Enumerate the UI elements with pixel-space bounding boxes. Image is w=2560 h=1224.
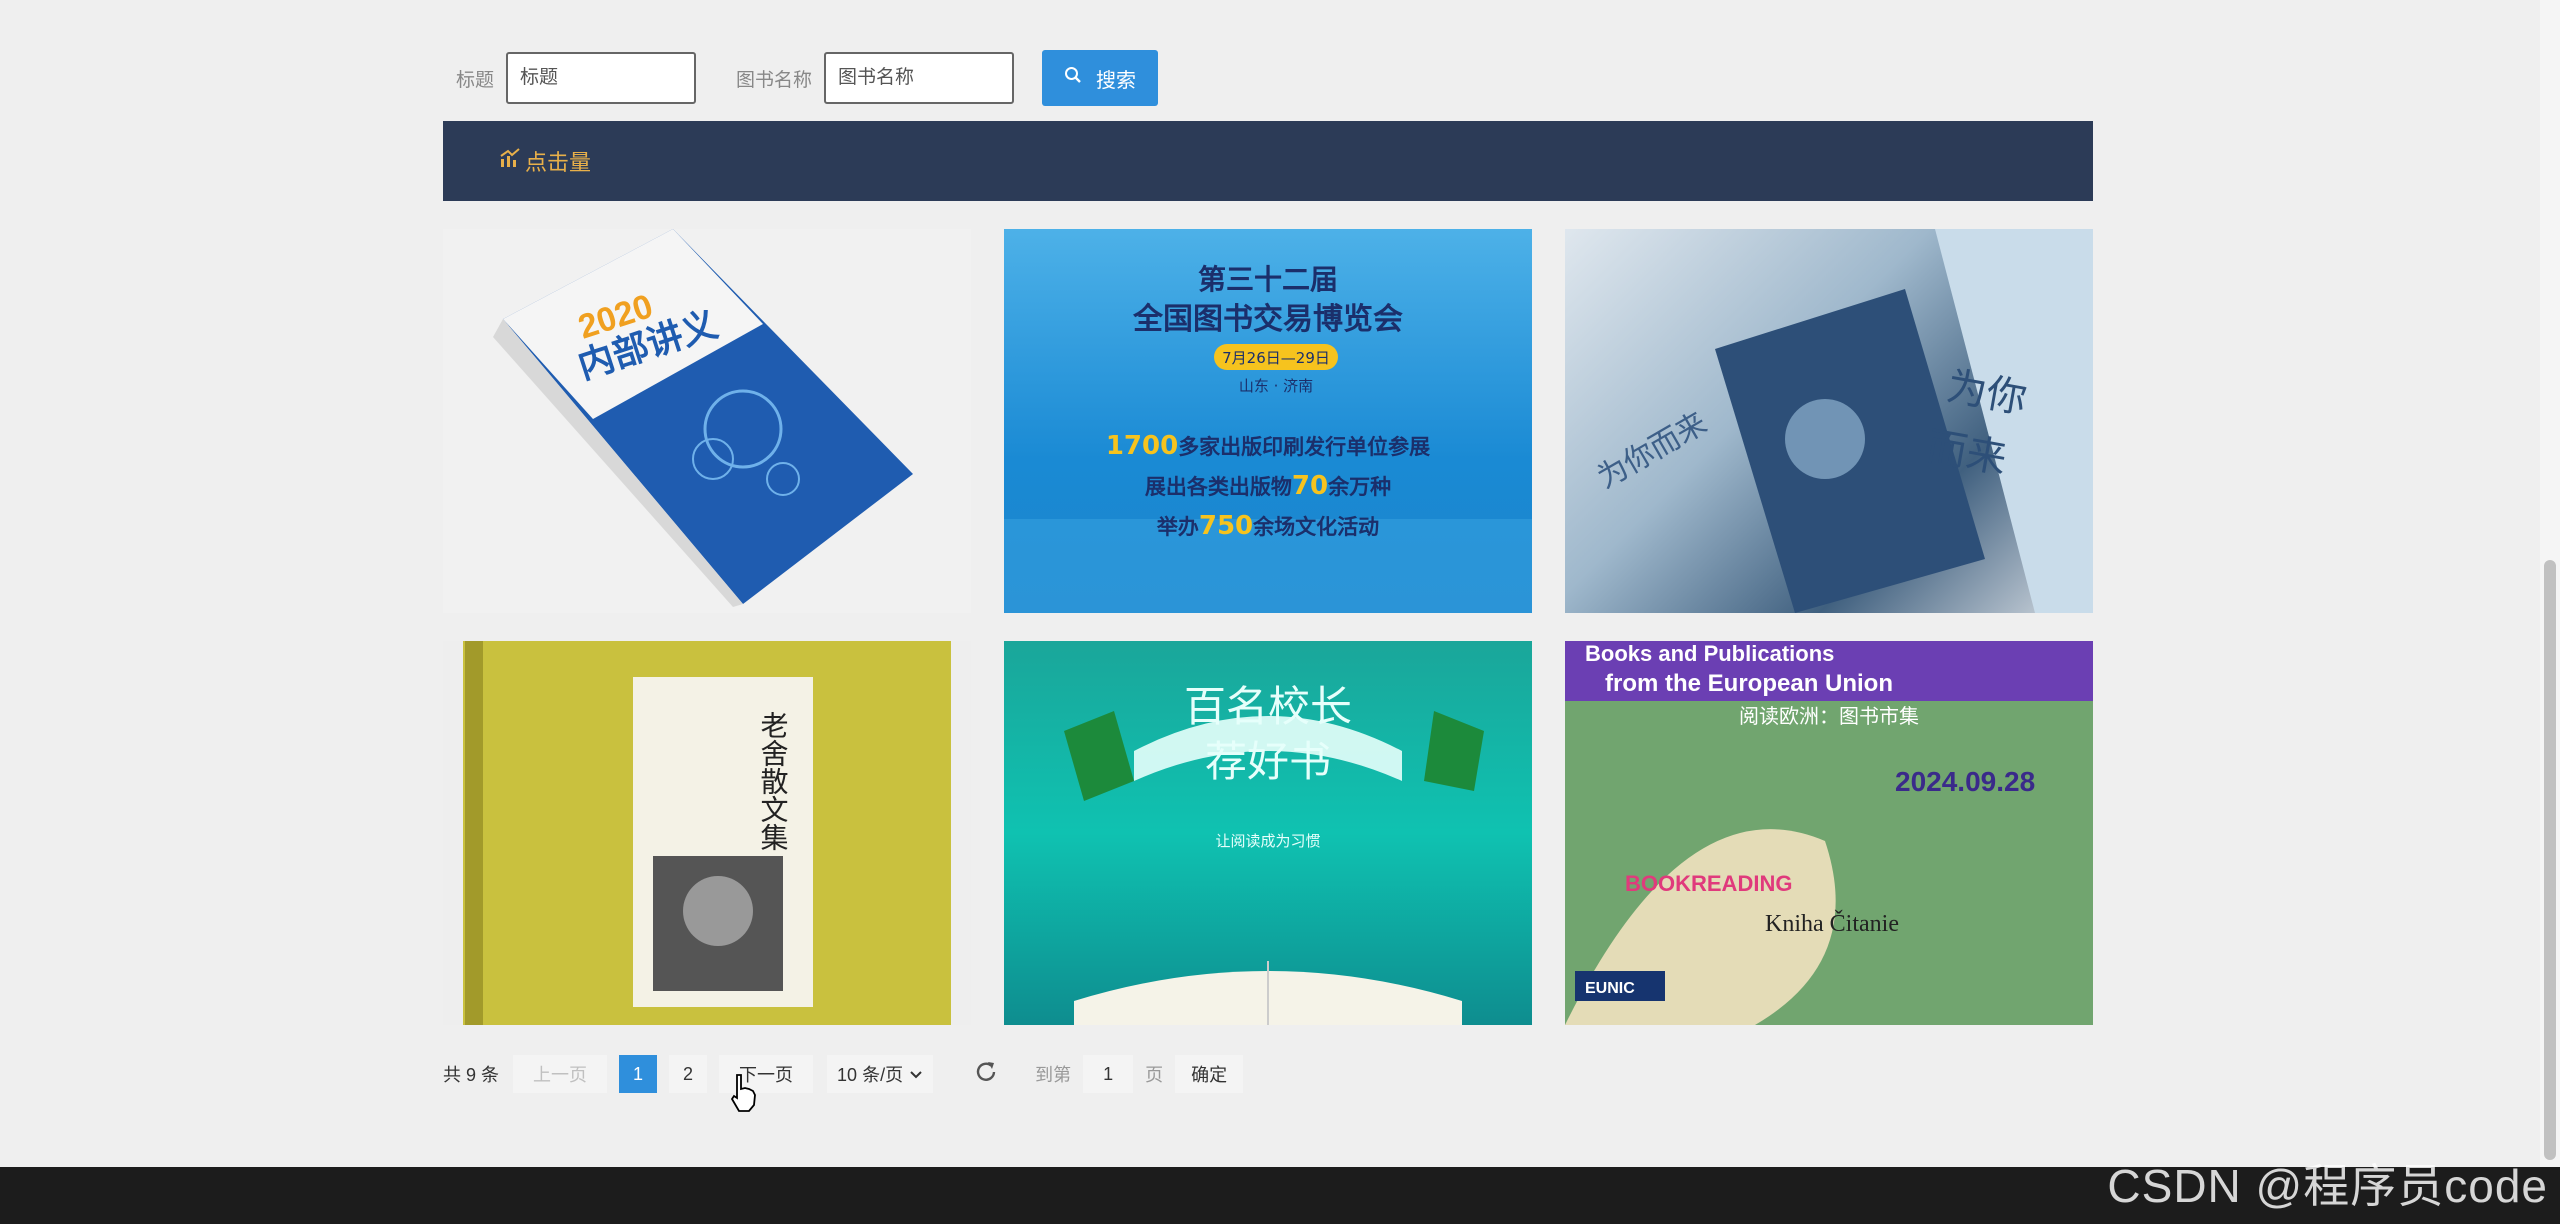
goto-confirm-button[interactable]: 确定 [1175, 1055, 1244, 1093]
svg-text:阅读欧洲：图书市集: 阅读欧洲：图书市集 [1739, 704, 1919, 728]
watermark: CSDN @程序员code [2107, 1160, 2548, 1212]
svg-text:Kniha Čitanie: Kniha Čitanie [1765, 910, 1899, 937]
book-image-3: 为你 而来 为你而来 [1592, 229, 2093, 613]
svg-text:荐好书: 荐好书 [1205, 737, 1331, 786]
goto-prefix: 到第 [1035, 1065, 1072, 1085]
pagination: 共 9 条 上一页 1 2 下一页 10 条/页 到第 1 页 确定 [443, 1055, 1244, 1093]
book-card-4[interactable]: 老舍散文集 [443, 641, 971, 1025]
book-name-label: 图书名称 [736, 69, 813, 91]
refresh-button[interactable] [973, 1059, 999, 1090]
book-image-5: 百名校长 荐好书 让阅读成为习惯 [1064, 682, 1484, 1025]
svg-text:百名校长: 百名校长 [1184, 682, 1352, 731]
svg-text:全国图书交易博览会: 全国图书交易博览会 [1132, 302, 1403, 337]
svg-text:让阅读成为习惯: 让阅读成为习惯 [1215, 832, 1320, 850]
page-1-button[interactable]: 1 [619, 1055, 658, 1093]
svg-text:山东 · 济南: 山东 · 济南 [1239, 377, 1313, 395]
chart-icon [499, 148, 521, 174]
scrollbar-thumb[interactable] [2544, 560, 2556, 1160]
svg-text:1700多家出版印刷发行单位参展: 1700多家出版印刷发行单位参展 [1106, 431, 1430, 461]
svg-text:第三十二届: 第三十二届 [1198, 263, 1338, 296]
section-header: 点击量 [443, 121, 2093, 201]
title-label: 标题 [456, 69, 495, 91]
goto-page: 到第 1 页 确定 [1035, 1055, 1244, 1093]
svg-text:BOOKREADING: BOOKREADING [1625, 871, 1792, 896]
goto-suffix: 页 [1145, 1065, 1164, 1085]
title-input[interactable] [506, 52, 697, 104]
book-card-3[interactable]: 为你 而来 为你而来 [1565, 229, 2093, 613]
scrollbar[interactable] [2540, 0, 2560, 1167]
svg-text:7月26日—29日: 7月26日—29日 [1222, 349, 1330, 367]
search-button-label: 搜索 [1096, 69, 1137, 92]
prev-page-button[interactable]: 上一页 [513, 1055, 608, 1093]
search-button[interactable]: 搜索 [1042, 50, 1159, 106]
chevron-down-icon [909, 1064, 923, 1085]
svg-text:老舍散文集: 老舍散文集 [757, 711, 790, 851]
svg-text:2024.09.28: 2024.09.28 [1895, 766, 2035, 797]
hand-cursor-icon [728, 1073, 758, 1118]
book-card-5[interactable]: 百名校长 荐好书 让阅读成为习惯 [1004, 641, 1532, 1025]
svg-text:from the European Union: from the European Union [1605, 670, 1893, 697]
refresh-icon [973, 1059, 999, 1090]
goto-page-input[interactable]: 1 [1083, 1055, 1134, 1093]
page: 标题 图书名称 搜索 点击量 2020 内部讲义 [0, 0, 2560, 1224]
book-image-1: 2020 内部讲义 [493, 229, 913, 607]
book-name-input[interactable] [824, 52, 1015, 104]
search-bar: 标题 图书名称 搜索 [456, 50, 1159, 106]
book-card-1[interactable]: 2020 内部讲义 [443, 229, 971, 613]
book-image-2: 第三十二届 全国图书交易博览会 7月26日—29日 山东 · 济南 1700多家… [1004, 263, 1532, 613]
book-card-6[interactable]: Books and Publications from the European… [1565, 641, 2093, 1025]
page-2-button[interactable]: 2 [669, 1055, 708, 1093]
page-size-value: 10 条/页 [837, 1065, 904, 1085]
svg-text:EUNIC: EUNIC [1585, 980, 1635, 997]
total-count: 共 9 条 [443, 1065, 500, 1085]
svg-text:展出各类出版物70余万种: 展出各类出版物70余万种 [1145, 471, 1391, 501]
svg-text:为你而来: 为你而来 [1592, 406, 1713, 496]
book-image-6: Books and Publications from the European… [1565, 641, 2093, 1025]
svg-text:Books and Publications: Books and Publications [1585, 641, 1834, 666]
section-title: 点击量 [525, 150, 592, 175]
book-card-2[interactable]: 第三十二届 全国图书交易博览会 7月26日—29日 山东 · 济南 1700多家… [1004, 229, 1532, 613]
svg-text:举办750余场文化活动: 举办750余场文化活动 [1156, 511, 1379, 541]
search-icon [1064, 66, 1082, 90]
page-size-select[interactable]: 10 条/页 [827, 1055, 934, 1093]
book-image-4: 老舍散文集 [463, 641, 951, 1025]
